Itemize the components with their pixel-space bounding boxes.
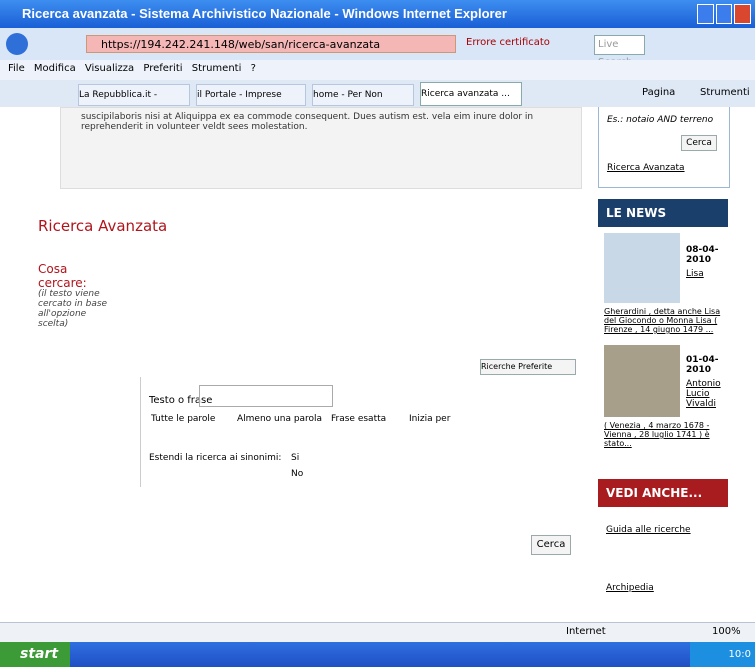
tab-bar: La Repubblica.it - Hom... il Portale - I…: [0, 80, 755, 120]
testo-input[interactable]: [199, 385, 333, 407]
cerca-button[interactable]: Cerca: [531, 535, 571, 555]
tab-repubblica[interactable]: La Repubblica.it - Hom...: [78, 84, 190, 120]
close-button[interactable]: [734, 4, 752, 24]
sinonimi-no[interactable]: No: [291, 469, 303, 479]
news1-date: 08-04-2010: [686, 245, 719, 265]
option-inizia[interactable]: Inizia per: [409, 414, 450, 424]
news2-text[interactable]: ( Venezia , 4 marzo 1678 - Vienna , 28 l…: [604, 421, 726, 448]
vedi-anche-header: VEDI ANCHE...: [598, 479, 728, 507]
live-search-input[interactable]: Live Search: [594, 35, 645, 68]
cert-error[interactable]: Errore certificato: [466, 37, 550, 48]
news-header: LE NEWS: [598, 199, 728, 227]
search-form: Testo o frase Tutte le parole Almeno una…: [140, 377, 581, 487]
ricerche-preferite-button[interactable]: Ricerche Preferite: [480, 359, 576, 375]
tab-ricerca[interactable]: Ricerca avanzata ...: [420, 82, 522, 106]
news1-text[interactable]: Gherardini , detta anche Lisa del Giocon…: [604, 307, 726, 334]
back-icon[interactable]: [6, 33, 28, 55]
zoom-label[interactable]: 100%: [712, 626, 741, 637]
page-title: Ricerca Avanzata: [38, 217, 168, 235]
status-bar: Internet 100%: [0, 622, 755, 643]
tab-home[interactable]: home - Per Non Dimen...: [312, 84, 414, 120]
news2-date: 01-04-2010: [686, 355, 719, 375]
ricerca-avanzata-link[interactable]: Ricerca Avanzata: [607, 163, 685, 173]
cosa-note: (il testo viene cercato in base all'opzi…: [38, 289, 108, 329]
page-content: suscipilaboris nisi at Aliquippa ex ea c…: [0, 107, 755, 622]
tab-portale[interactable]: il Portale - Imprese: [196, 84, 306, 106]
taskbar: start 10:0: [0, 642, 755, 667]
maximize-button[interactable]: [715, 4, 733, 24]
minimize-button[interactable]: [697, 4, 714, 24]
intro-box: suscipilaboris nisi at Aliquippa ex ea c…: [60, 107, 582, 189]
sidebar-cerca-button[interactable]: Cerca: [681, 135, 717, 151]
archipedia-link[interactable]: Archipedia: [606, 583, 654, 593]
menu-labels[interactable]: File Modifica Visualizza Preferiti Strum…: [8, 63, 256, 74]
vivaldi-image[interactable]: [604, 345, 680, 417]
option-tutte[interactable]: Tutte le parole: [151, 414, 215, 424]
news2-link[interactable]: Antonio Lucio Vivaldi: [686, 379, 726, 409]
clock: 10:0: [690, 642, 755, 667]
guida-link[interactable]: Guida alle ricerche: [606, 525, 691, 535]
sinonimi-si[interactable]: Si: [291, 453, 299, 463]
title-bar: Ricerca avanzata - Sistema Archivistico …: [0, 0, 755, 28]
page-menu[interactable]: Pagina: [642, 87, 675, 98]
address-bar-row: https://194.242.241.148/web/san/ricerca-…: [0, 28, 755, 68]
option-esatta[interactable]: Frase esatta: [331, 414, 386, 424]
tools-menu[interactable]: Strumenti: [700, 87, 750, 98]
cosa-cercare: Cosa cercare:: [38, 262, 87, 290]
option-almeno[interactable]: Almeno una parola: [237, 414, 322, 424]
italy-map-image[interactable]: [604, 233, 680, 303]
intro-text: suscipilaboris nisi at Aliquippa ex ea c…: [81, 112, 534, 132]
menu-bar: File Modifica Visualizza Preferiti Strum…: [0, 60, 755, 80]
sinonimi-label: Estendi la ricerca ai sinonimi:: [149, 453, 282, 463]
news1-link[interactable]: Lisa: [686, 269, 704, 279]
url-field[interactable]: https://194.242.241.148/web/san/ricerca-…: [86, 35, 456, 53]
window-title: Ricerca avanzata - Sistema Archivistico …: [22, 6, 507, 21]
start-button[interactable]: start: [0, 642, 70, 667]
window-controls: [697, 4, 752, 24]
search-widget: Es.: notaio AND terreno Cerca Ricerca Av…: [598, 107, 730, 188]
search-hint: Es.: notaio AND terreno: [607, 115, 714, 125]
zone-label: Internet: [566, 626, 606, 637]
